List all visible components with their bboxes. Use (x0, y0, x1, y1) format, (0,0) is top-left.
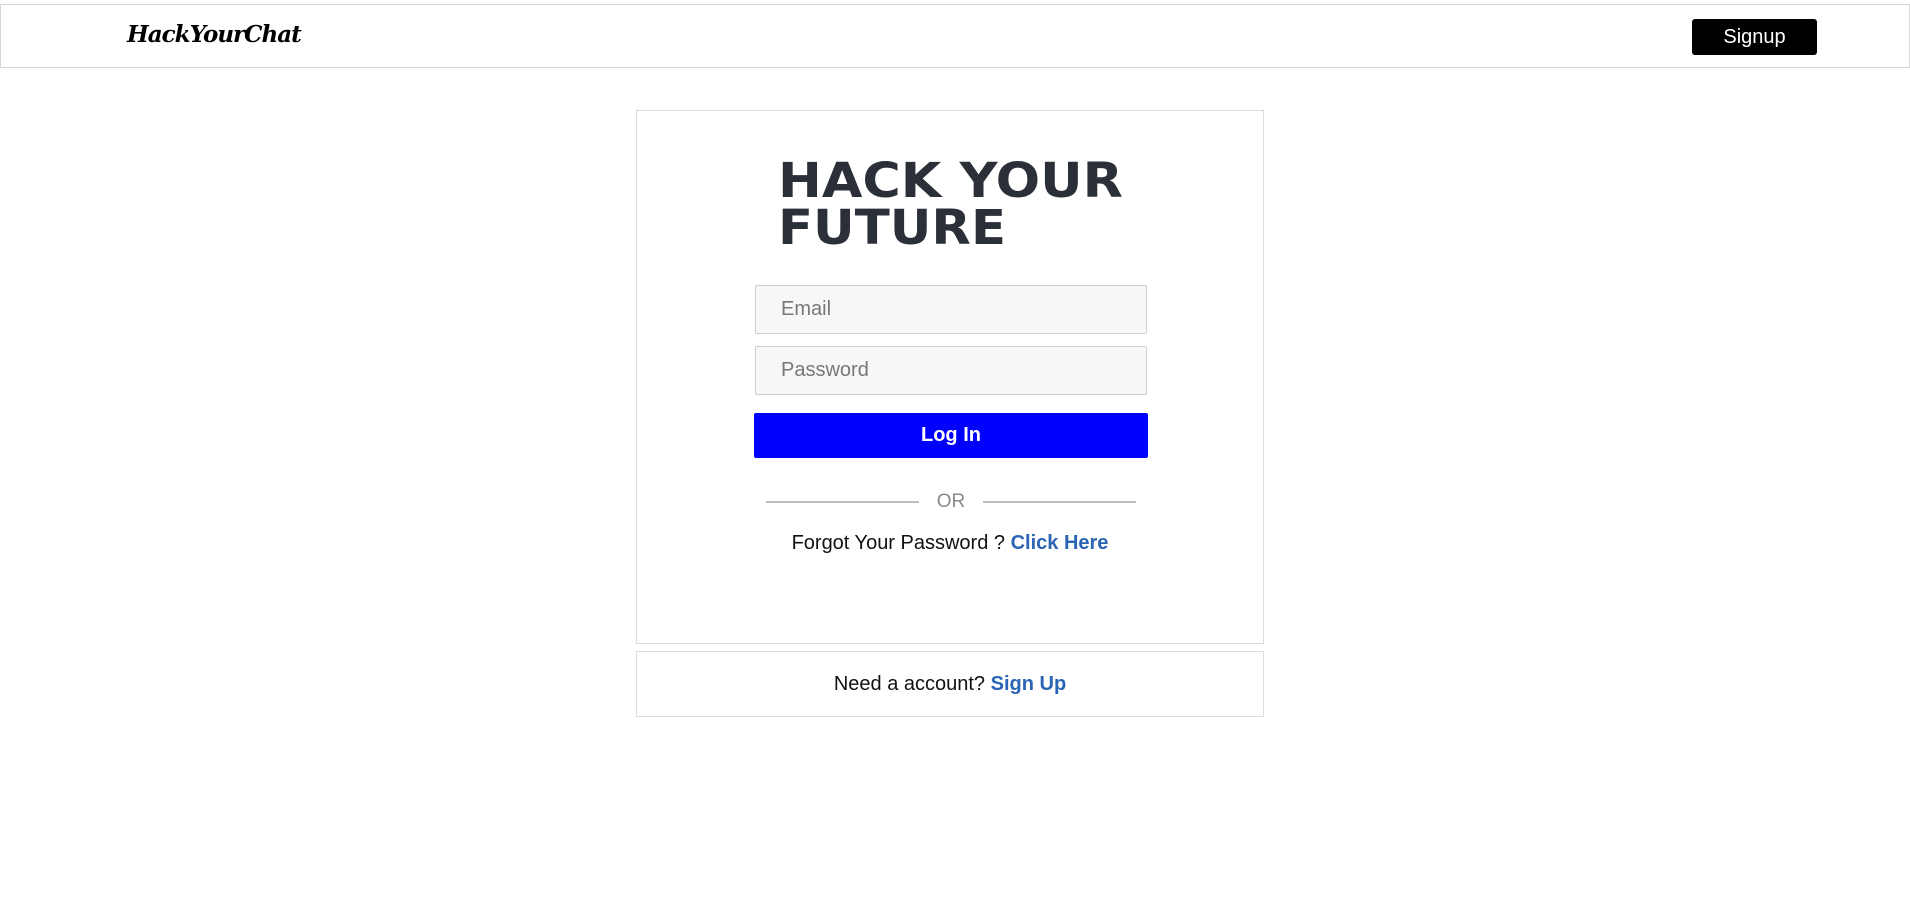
logo-line-2: FUTURE (778, 200, 1006, 247)
login-card: HACK YOUR FUTURE Log In OR Forgot Your P… (636, 110, 1264, 644)
forgot-password-text: Forgot Your Password ? (791, 532, 1006, 554)
top-navbar: HackYourChat Signup (0, 4, 1910, 68)
signup-prompt-card: Need a account? Sign Up (636, 651, 1264, 717)
hack-your-future-logo: HACK YOUR FUTURE (778, 155, 1123, 247)
divider-line-right (983, 501, 1136, 503)
signup-link[interactable]: Sign Up (991, 673, 1067, 695)
signup-prompt-row: Need a account? Sign Up (637, 673, 1263, 696)
login-button[interactable]: Log In (754, 413, 1148, 458)
forgot-password-row: Forgot Your Password ? Click Here (637, 532, 1263, 555)
signup-button[interactable]: Signup (1692, 19, 1817, 55)
email-field[interactable] (755, 285, 1147, 334)
forgot-password-link[interactable]: Click Here (1011, 532, 1109, 554)
or-divider: OR (766, 489, 1136, 515)
signup-prompt-text: Need a account? (833, 673, 986, 695)
password-field[interactable] (755, 346, 1147, 395)
brand-logo-text[interactable]: HackYourChat (127, 21, 302, 48)
